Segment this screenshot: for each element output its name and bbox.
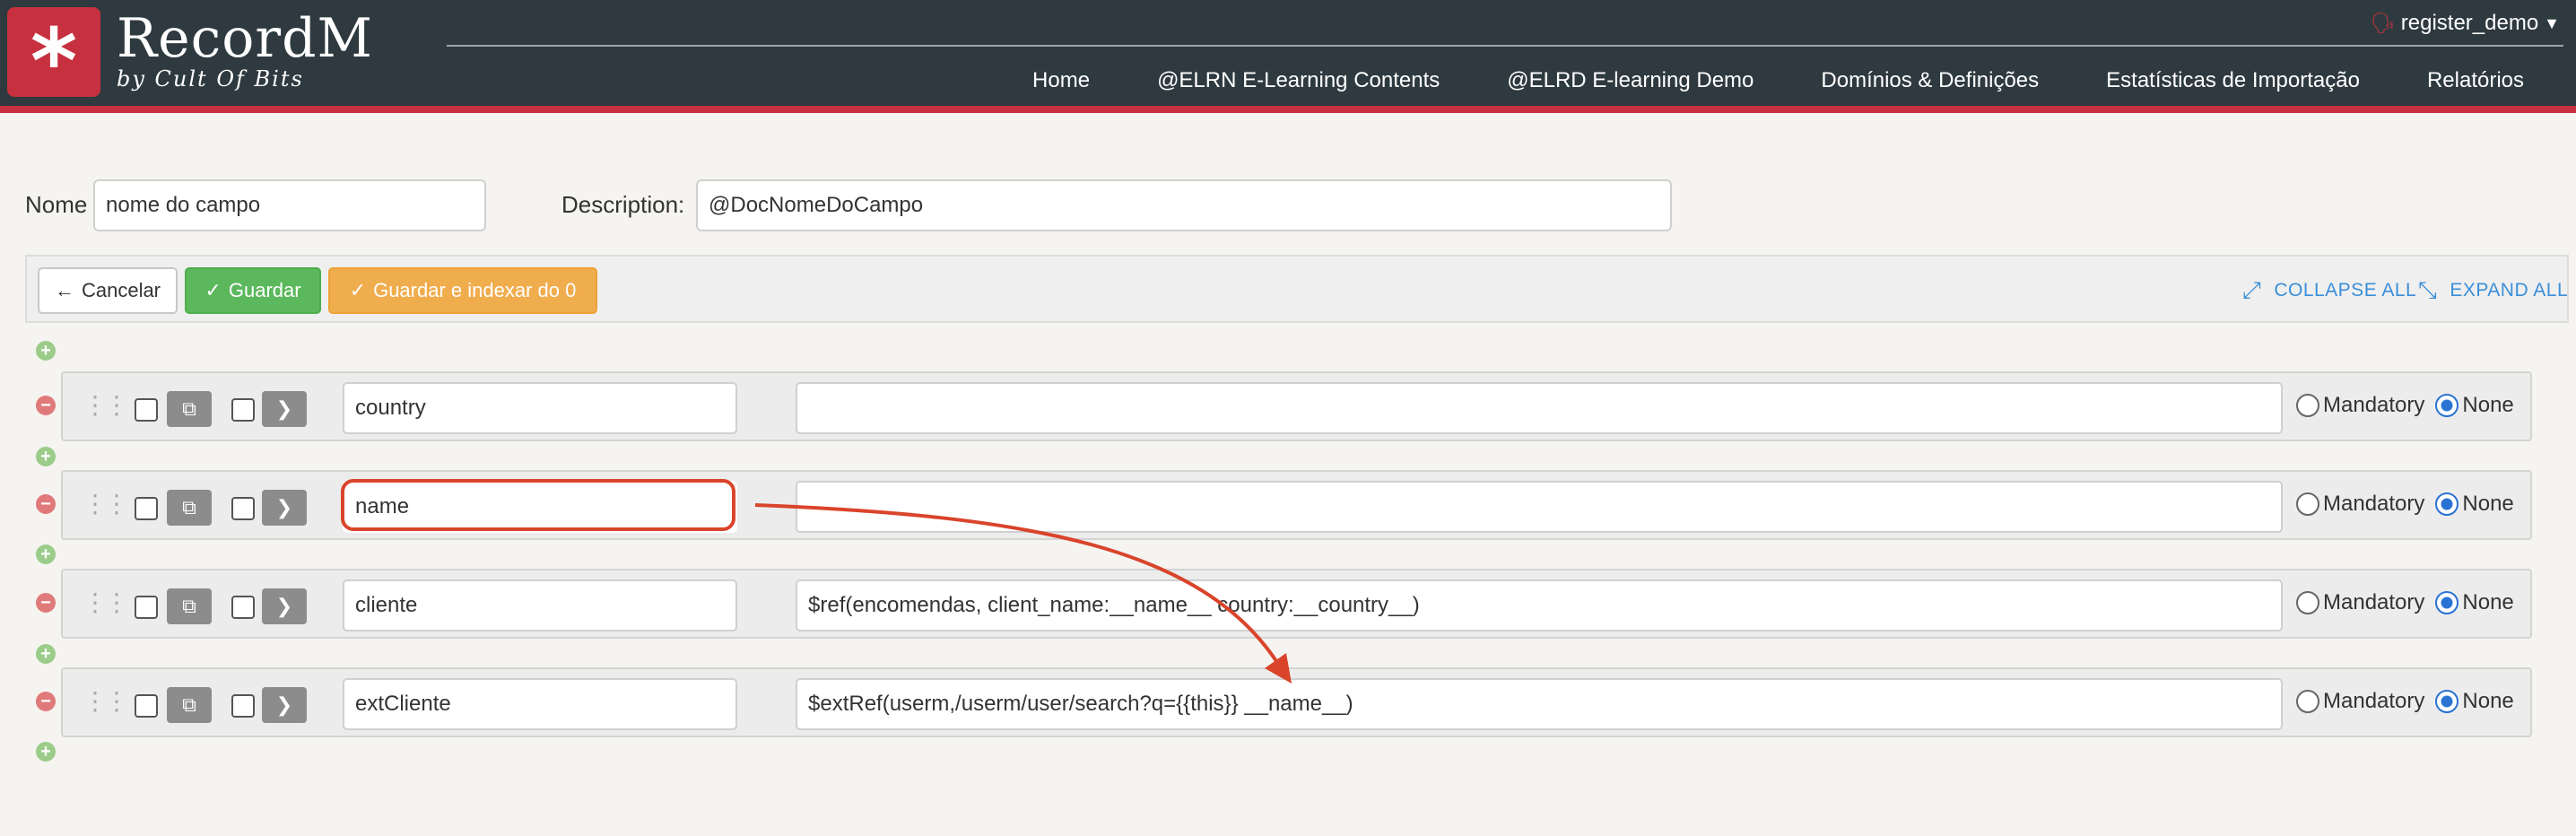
nav-estatisticas[interactable]: Estatísticas de Importação [2106, 68, 2360, 93]
description-field[interactable]: @DocNomeDoCampo [696, 179, 1672, 231]
drag-handle-icon[interactable]: ⋮⋮ [83, 393, 129, 418]
minus-circle-icon[interactable]: − [36, 494, 56, 514]
chevron-right-icon[interactable]: ❯ [262, 490, 307, 526]
row-checkbox[interactable] [231, 694, 255, 718]
nav-divider [447, 45, 2563, 47]
row-checkbox[interactable] [231, 497, 255, 520]
nav-dominios[interactable]: Domínios & Definições [1821, 68, 2039, 93]
row-checkbox[interactable] [135, 398, 158, 422]
save-index-label: Guardar e indexar do 0 [373, 279, 577, 301]
mandatory-radio[interactable] [2296, 591, 2319, 614]
mandatory-label: Mandatory [2323, 689, 2425, 713]
plus-circle-icon[interactable]: + [36, 447, 56, 466]
collapse-all-label: COLLAPSE ALL [2274, 280, 2417, 300]
annotation-highlight-box [341, 479, 735, 531]
chevron-right-icon[interactable]: ❯ [262, 687, 307, 723]
requirement-options: Mandatory None [2296, 492, 2514, 517]
requirement-options: Mandatory None [2296, 393, 2514, 418]
nav-elrd[interactable]: @ELRD E-learning Demo [1507, 68, 1754, 93]
none-radio[interactable] [2435, 492, 2459, 516]
requirement-options: Mandatory None [2296, 590, 2514, 615]
none-radio[interactable] [2435, 690, 2459, 713]
mandatory-label: Mandatory [2323, 492, 2425, 516]
row-checkbox[interactable] [231, 596, 255, 619]
save-index-button[interactable]: ✓ Guardar e indexar do 0 [328, 267, 597, 314]
none-label: None [2462, 393, 2514, 417]
nav-relatorios[interactable]: Relatórios [2427, 68, 2524, 93]
none-radio[interactable] [2435, 394, 2459, 417]
minus-circle-icon[interactable]: − [36, 593, 56, 613]
app-title[interactable]: RecordM [117, 7, 373, 70]
caret-down-icon: ▼ [2544, 13, 2560, 32]
save-label: Guardar [228, 279, 301, 301]
field-name-input[interactable]: extCliente [343, 678, 737, 730]
drag-handle-icon[interactable]: ⋮⋮ [83, 590, 129, 615]
none-radio[interactable] [2435, 591, 2459, 614]
row-checkbox[interactable] [135, 596, 158, 619]
top-navbar: * RecordM by Cult Of Bits 🗣 register_dem… [0, 0, 2576, 107]
definition-toolbar: ← Cancelar ✓ Guardar ✓ Guardar e indexar… [25, 255, 2569, 323]
requirement-options: Mandatory None [2296, 689, 2514, 714]
expand-icon: ⤡ [2418, 276, 2438, 303]
cancel-label: Cancelar [81, 279, 161, 301]
collapse-all-link[interactable]: ⤢ COLLAPSE ALL [2242, 276, 2416, 305]
field-description-input[interactable]: $extRef(userm,/userm/user/search?q={{thi… [796, 678, 2283, 730]
chevron-right-icon[interactable]: ❯ [262, 391, 307, 427]
row-checkbox[interactable] [135, 694, 158, 718]
field-name-input[interactable]: cliente [343, 579, 737, 631]
expand-all-link[interactable]: ⤡ EXPAND ALL [2418, 276, 2568, 305]
compress-icon: ⤢ [2242, 276, 2262, 303]
drag-handle-icon[interactable]: ⋮⋮ [83, 492, 129, 517]
mandatory-label: Mandatory [2323, 590, 2425, 614]
save-button[interactable]: ✓ Guardar [185, 267, 321, 314]
copy-icon[interactable]: ⧉ [167, 490, 212, 526]
user-menu[interactable]: 🗣 register_demo ▼ [2371, 11, 2560, 36]
field-row: ⋮⋮ ⧉ ❯ extCliente $extRef(userm,/userm/u… [61, 667, 2532, 737]
description-label: Description: [561, 191, 685, 218]
field-row: ⋮⋮ ⧉ ❯ cliente $ref(encomendas, client_n… [61, 569, 2532, 639]
main-nav: Home @ELRN E-Learning Contents @ELRD E-l… [1032, 68, 2524, 93]
plus-circle-icon[interactable]: + [36, 644, 56, 664]
field-name-input[interactable]: country [343, 382, 737, 434]
person-icon: 🗣 [2370, 12, 2396, 34]
cancel-button[interactable]: ← Cancelar [38, 267, 178, 314]
plus-circle-icon[interactable]: + [36, 544, 56, 564]
name-label: Nome [25, 191, 88, 218]
none-label: None [2462, 590, 2514, 614]
row-checkbox[interactable] [135, 497, 158, 520]
none-label: None [2462, 689, 2514, 713]
check-icon: ✓ [349, 279, 367, 301]
copy-icon[interactable]: ⧉ [167, 588, 212, 624]
check-icon: ✓ [205, 279, 222, 301]
field-description-input[interactable] [796, 481, 2283, 533]
plus-circle-icon[interactable]: + [36, 341, 56, 361]
minus-circle-icon[interactable]: − [36, 692, 56, 711]
drag-handle-icon[interactable]: ⋮⋮ [83, 689, 129, 714]
arrow-left-icon: ← [54, 279, 74, 301]
mandatory-label: Mandatory [2323, 393, 2425, 417]
nav-home[interactable]: Home [1032, 68, 1090, 93]
asterisk-icon[interactable]: * [7, 7, 100, 107]
mandatory-radio[interactable] [2296, 492, 2319, 516]
name-field[interactable]: nome do campo [93, 179, 486, 231]
expand-all-label: EXPAND ALL [2450, 280, 2569, 300]
field-description-input[interactable]: $ref(encomendas, client_name:__name__ co… [796, 579, 2283, 631]
plus-circle-icon[interactable]: + [36, 742, 56, 762]
mandatory-radio[interactable] [2296, 690, 2319, 713]
none-label: None [2462, 492, 2514, 516]
app-subtitle: by Cult Of Bits [117, 66, 304, 91]
field-row: ⋮⋮ ⧉ ❯ country Mandatory None [61, 371, 2532, 441]
navbar-stripe [0, 106, 2576, 113]
chevron-right-icon[interactable]: ❯ [262, 588, 307, 624]
minus-circle-icon[interactable]: − [36, 396, 56, 415]
nav-elrn[interactable]: @ELRN E-Learning Contents [1157, 68, 1440, 93]
field-description-input[interactable] [796, 382, 2283, 434]
user-name: register_demo [2400, 11, 2539, 35]
row-checkbox[interactable] [231, 398, 255, 422]
copy-icon[interactable]: ⧉ [167, 687, 212, 723]
mandatory-radio[interactable] [2296, 394, 2319, 417]
copy-icon[interactable]: ⧉ [167, 391, 212, 427]
